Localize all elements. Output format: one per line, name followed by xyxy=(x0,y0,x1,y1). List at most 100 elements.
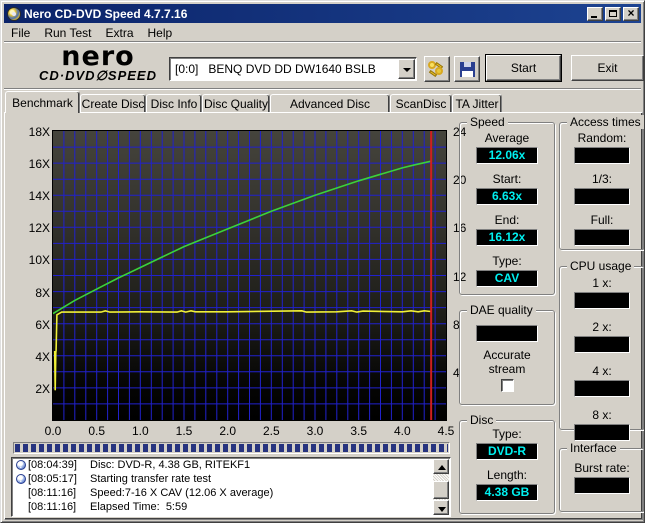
interface-panel: Interface Burst rate: xyxy=(559,441,644,512)
benchmark-page: 2X 4X 6X 8X 10X 12X 14X 16X 18X 4 8 12 16 20 24 0.0 0.… xyxy=(4,112,644,520)
speed-panel: Speed Average 12.06x Start: 6.63x End: 1… xyxy=(459,115,555,295)
log-time: [08:05:17] xyxy=(28,473,77,485)
speed-panel-title: Speed xyxy=(467,115,508,129)
x-axis-tick: 2.0 xyxy=(219,424,236,438)
tab-disc-quality[interactable]: Disc Quality xyxy=(202,94,270,113)
log-row: ? [08:05:17] Starting transfer rate test xyxy=(12,472,450,486)
x-axis-tick: 4.0 xyxy=(393,424,411,438)
x-axis-tick: 0.5 xyxy=(88,424,105,438)
tab-ta-jitter[interactable]: TA Jitter xyxy=(452,94,502,113)
exit-button[interactable]: Exit xyxy=(571,55,644,81)
chart-y-axis-left: 2X 4X 6X 8X 10X 12X 14X 16X 18X xyxy=(17,125,50,422)
accurate-stream-label: Accurate xyxy=(483,348,531,362)
disc-length-label: Length: xyxy=(486,468,528,482)
tab-advanced-disc-quality[interactable]: Advanced Disc Quality xyxy=(270,94,390,125)
menu-extra[interactable]: Extra xyxy=(98,25,140,41)
scroll-up-button[interactable] xyxy=(433,459,449,474)
window-title: Nero CD-DVD Speed 4.7.7.16 xyxy=(24,6,188,21)
tab-strip: Benchmark Create Disc Disc Info Disc Qua… xyxy=(4,91,641,125)
log-time: [08:04:39] xyxy=(28,459,77,471)
scroll-down-button[interactable] xyxy=(433,500,449,515)
log-row: [08:11:16] Speed:7-16 X CAV (12.06 X ave… xyxy=(12,486,450,500)
log-text: Elapsed Time: 5:59 xyxy=(90,501,188,513)
drive-select-value: [0:0] BENQ DVD DD DW1640 BSLB xyxy=(175,62,376,76)
menu-help[interactable]: Help xyxy=(141,25,180,41)
chart-grid xyxy=(53,131,446,420)
cpu-4x-value xyxy=(574,380,630,397)
y-axis-left-tick: 2X xyxy=(35,381,50,396)
save-button[interactable] xyxy=(454,56,480,82)
log-text: Disc: DVD-R, 4.38 GB, RITEKF1 xyxy=(90,459,251,471)
save-icon xyxy=(459,61,475,77)
access-third-label: 1/3: xyxy=(591,172,612,186)
speed-end-label: End: xyxy=(494,213,520,227)
drive-select[interactable]: [0:0] BENQ DVD DD DW1640 BSLB xyxy=(169,57,417,81)
menu-file[interactable]: File xyxy=(4,25,37,41)
x-axis-tick: 3.5 xyxy=(350,424,367,438)
drive-select-dropdown-button[interactable] xyxy=(398,59,415,79)
accurate-stream-checkbox[interactable] xyxy=(500,379,514,392)
x-axis-tick: 2.5 xyxy=(262,424,280,438)
nero-logo: nero CD·DVD∅SPEED xyxy=(32,41,164,83)
disc-type-label: Type: xyxy=(492,427,522,441)
cpu-usage-panel: CPU usage 1 x: 2 x: 4 x: 8 x: xyxy=(559,259,644,441)
menu-bar: File Run Test Extra Help xyxy=(4,24,641,42)
nero-logo-product: CD·DVD∅SPEED xyxy=(39,68,157,83)
app-window: Nero CD-DVD Speed 4.7.7.16 × File Run Te… xyxy=(0,0,645,523)
speed-type-value: CAV xyxy=(476,270,538,287)
close-icon: × xyxy=(627,5,635,20)
triangle-up-icon xyxy=(438,465,446,470)
speed-end-value: 16.12x xyxy=(476,229,538,246)
burst-rate-value xyxy=(574,477,630,494)
title-bar[interactable]: Nero CD-DVD Speed 4.7.7.16 × xyxy=(4,4,641,23)
access-random-value xyxy=(574,147,630,164)
toolbar: nero CD·DVD∅SPEED [0:0] BENQ DVD DD DW16… xyxy=(4,41,644,89)
cpu-8x-label: 8 x: xyxy=(592,408,612,422)
burst-rate-label: Burst rate: xyxy=(574,461,630,475)
tab-create-disc[interactable]: Create Disc xyxy=(80,94,146,113)
y-axis-left-tick: 6X xyxy=(35,317,50,332)
start-button[interactable]: Start xyxy=(485,54,562,82)
test-progress-bar xyxy=(13,442,450,454)
dae-quality-value xyxy=(476,325,538,342)
cpu-usage-title: CPU usage xyxy=(567,259,635,273)
scrollbar-thumb[interactable] xyxy=(433,481,449,499)
minimize-button[interactable] xyxy=(587,6,603,21)
close-button[interactable]: × xyxy=(623,5,639,21)
maximize-button[interactable] xyxy=(605,6,621,21)
nero-logo-brand: nero xyxy=(61,41,135,72)
transfer-rate-chart xyxy=(52,130,447,421)
y-axis-left-tick: 12X xyxy=(28,221,50,236)
tab-disc-info[interactable]: Disc Info xyxy=(146,94,202,113)
log-row: ? [08:04:39] Disc: DVD-R, 4.38 GB, RITEK… xyxy=(12,458,450,472)
minimize-icon xyxy=(591,15,597,18)
test-progress-fill xyxy=(15,444,448,452)
status-log[interactable]: ? [08:04:39] Disc: DVD-R, 4.38 GB, RITEK… xyxy=(11,457,451,517)
y-axis-left-tick: 4X xyxy=(35,349,50,364)
access-third-value xyxy=(574,188,630,205)
triangle-down-icon xyxy=(438,507,446,512)
speed-start-label: Start: xyxy=(492,172,522,186)
app-icon xyxy=(7,6,21,21)
log-time: [08:11:16] xyxy=(28,487,77,499)
speed-average-label: Average xyxy=(484,131,530,145)
x-axis-tick: 4.5 xyxy=(437,424,455,438)
maximize-icon xyxy=(609,9,617,17)
log-text: Speed:7-16 X CAV (12.06 X average) xyxy=(90,487,274,499)
y-axis-left-tick: 8X xyxy=(35,285,50,300)
tab-scandisc[interactable]: ScanDisc xyxy=(390,94,452,113)
cpu-1x-label: 1 x: xyxy=(592,276,612,290)
access-times-title: Access times xyxy=(567,115,644,129)
log-scrollbar[interactable] xyxy=(433,459,449,515)
speed-start-value: 6.63x xyxy=(476,188,538,205)
cpu-4x-label: 4 x: xyxy=(592,364,612,378)
options-button[interactable] xyxy=(424,56,450,82)
tab-benchmark[interactable]: Benchmark xyxy=(5,91,80,113)
menu-run-test[interactable]: Run Test xyxy=(37,25,98,41)
x-axis-tick: 1.0 xyxy=(131,424,149,438)
cpu-2x-value xyxy=(574,336,630,353)
cpu-2x-label: 2 x: xyxy=(592,320,612,334)
chevron-down-icon xyxy=(403,68,411,76)
x-axis-tick: 0.0 xyxy=(44,424,62,438)
log-time: [08:11:16] xyxy=(28,501,77,513)
